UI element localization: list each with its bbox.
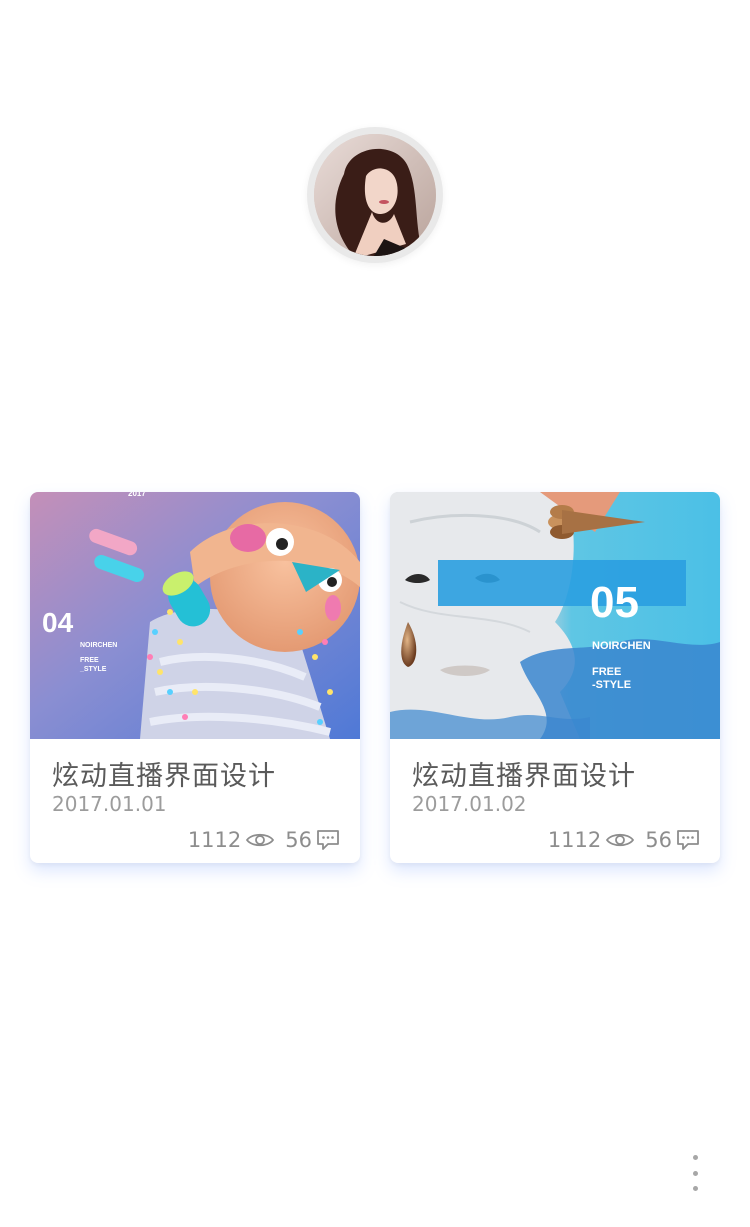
- profile-avatar[interactable]: [307, 127, 443, 263]
- more-vertical-icon[interactable]: [688, 1155, 702, 1191]
- poster-brand: NOIRCHEN: [80, 642, 117, 649]
- poster-number: 04: [42, 607, 74, 638]
- comment-icon[interactable]: [316, 829, 340, 851]
- eye-icon: [605, 830, 635, 850]
- more-dot: [692, 1155, 698, 1160]
- post-card[interactable]: 05 NOIRCHEN FREE -STYLE 炫动直播界面设计 2017.01…: [390, 492, 720, 863]
- more-dot: [692, 1170, 698, 1176]
- comment-count: 56: [645, 828, 672, 852]
- post-title[interactable]: 炫动直播界面设计: [52, 754, 276, 793]
- more-dot: [692, 1186, 698, 1191]
- post-card[interactable]: 2017 04 NOIRCHEN FREE _STYLE 炫动直播界面设计 20…: [30, 492, 360, 863]
- comment-icon[interactable]: [676, 829, 700, 851]
- comment-count: 56: [285, 828, 312, 852]
- poster-number: 05: [590, 578, 639, 627]
- post-thumbnail[interactable]: 2017 04 NOIRCHEN FREE _STYLE: [30, 492, 360, 739]
- poster-tag2: -STYLE: [592, 679, 631, 691]
- eye-icon: [245, 830, 275, 850]
- poster-year: 2017: [128, 492, 146, 498]
- view-count: 1112: [187, 828, 242, 852]
- avatar-photo: [314, 134, 436, 256]
- post-date: 2017.01.02: [412, 792, 527, 816]
- view-count: 1112: [547, 828, 602, 852]
- post-title[interactable]: 炫动直播界面设计: [412, 754, 636, 793]
- poster-tag1: FREE: [592, 666, 621, 678]
- post-date: 2017.01.01: [52, 792, 167, 816]
- poster-tag1: FREE: [80, 657, 99, 664]
- poster-tag2: _STYLE: [79, 666, 107, 673]
- post-thumbnail[interactable]: 05 NOIRCHEN FREE -STYLE: [390, 492, 720, 739]
- post-stats: 1112 56: [188, 827, 340, 853]
- post-stats: 1112 56: [548, 827, 700, 853]
- poster-brand: NOIRCHEN: [592, 640, 651, 652]
